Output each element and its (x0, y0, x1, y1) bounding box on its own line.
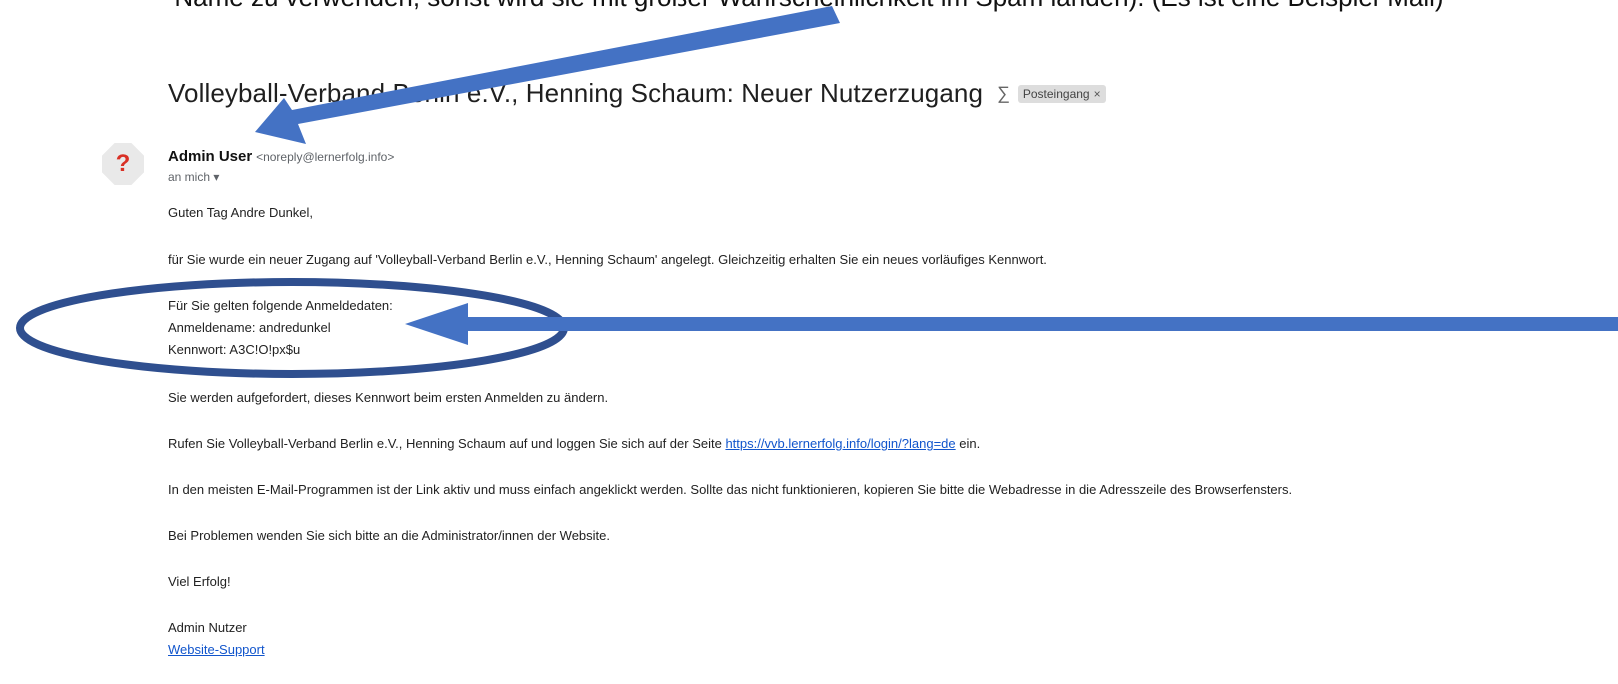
recipient-details[interactable]: an mich ▾ (168, 170, 219, 184)
greeting-text: Guten Tag Andre Dunkel, (168, 205, 314, 220)
login-suffix: ein. (959, 436, 981, 451)
email-subject: Volleyball-Verband Berlin e.V., Henning … (168, 78, 984, 108)
link-hint-text: In den meisten E-Mail-Programmen ist der… (168, 482, 1293, 497)
signature-link-wrap: Website-Support (168, 642, 265, 657)
signature-name: Admin Nutzer (168, 620, 247, 635)
arrow-to-credentials (405, 303, 1618, 345)
recipient-text: an mich (168, 170, 211, 184)
login-line: Rufen Sie Volleyball-Verband Berlin e.V.… (168, 436, 980, 451)
chevron-down-icon[interactable]: ▾ (213, 170, 219, 184)
caption-text: Name zu verwenden, sonst wird sie mit gr… (0, 0, 1618, 13)
password-line: Kennwort: A3C!O!px$u (168, 342, 301, 357)
problems-text: Bei Problemen wenden Sie sich bitte an d… (168, 528, 611, 543)
closing-text: Viel Erfolg! (168, 574, 231, 589)
avatar[interactable]: ? (102, 143, 144, 185)
sender-name[interactable]: Admin User (168, 148, 252, 165)
label-chip-text: Posteingang (1022, 86, 1090, 101)
sender-email: <noreply@lernerfolg.info> (256, 150, 395, 164)
arrow-to-sender (255, 6, 840, 144)
login-link[interactable]: https://vvb.lernerfolg.info/login/?lang=… (725, 436, 955, 451)
label-important-icon[interactable]: ∑ (997, 83, 1010, 104)
credentials-heading: Für Sie gelten folgende Anmeldedaten: (168, 298, 393, 313)
label-chip-posteingang[interactable]: Posteingang × (1017, 84, 1106, 103)
intro-text: für Sie wurde ein neuer Zugang auf 'Voll… (168, 252, 1047, 267)
login-prefix: Rufen Sie Volleyball-Verband Berlin e.V.… (168, 436, 722, 451)
sender-line: Admin User <noreply@lernerfolg.info> (168, 148, 394, 165)
remove-label-icon[interactable]: × (1094, 87, 1101, 101)
username-line: Anmeldename: andredunkel (168, 320, 331, 335)
website-support-link[interactable]: Website-Support (168, 642, 265, 657)
subject-row: Volleyball-Verband Berlin e.V., Henning … (168, 78, 1106, 109)
change-notice: Sie werden aufgefordert, dieses Kennwort… (168, 390, 609, 405)
